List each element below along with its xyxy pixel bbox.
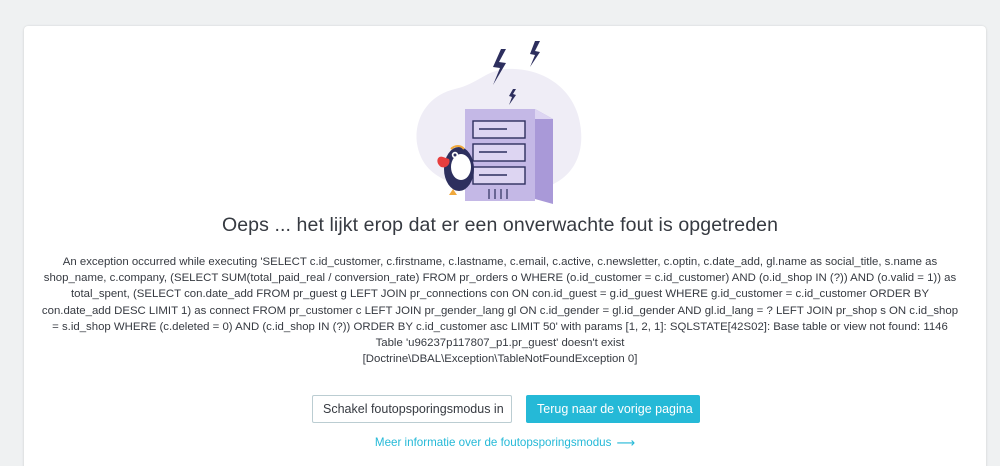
debug-mode-info-link[interactable]: Meer informatie over de foutopsporingsmo… <box>0 435 1000 451</box>
server-error-illustration <box>416 41 582 204</box>
server-icon <box>465 109 553 204</box>
exception-message: An exception occurred while executing 'S… <box>41 256 959 350</box>
exception-class: [Doctrine\DBAL\Exception\TableNotFoundEx… <box>362 353 638 366</box>
arrow-right-icon: ⟶ <box>616 435 636 450</box>
go-back-button[interactable]: Terug naar de vorige pagina <box>526 395 700 423</box>
error-message: An exception occurred while executing 'S… <box>40 254 960 367</box>
enable-debug-mode-button[interactable]: Schakel foutopsporingsmodus in <box>312 395 512 423</box>
debug-mode-info-label: Meer informatie over de foutopsporingsmo… <box>374 436 612 449</box>
error-title: Oeps ... het lijkt erop dat er een onver… <box>221 214 779 236</box>
error-page: Oeps ... het lijkt erop dat er een onver… <box>0 0 1000 466</box>
lightning-bolt-icon <box>530 41 540 67</box>
